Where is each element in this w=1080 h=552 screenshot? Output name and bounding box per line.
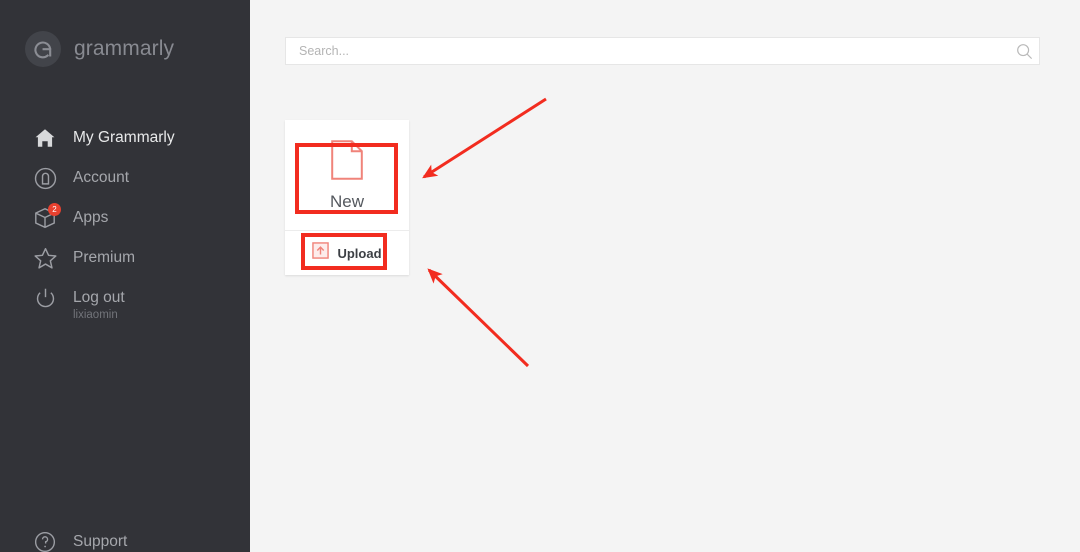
upload-button[interactable]: Upload bbox=[285, 231, 409, 275]
new-document-icon bbox=[331, 140, 363, 185]
new-document-card: New Upload bbox=[285, 120, 409, 275]
sidebar-item-label: Account bbox=[73, 169, 130, 186]
user-circle-icon bbox=[30, 163, 60, 193]
apps-notification-badge: 2 bbox=[48, 203, 61, 216]
new-document-label: New bbox=[329, 192, 364, 211]
upload-label: Upload bbox=[337, 245, 382, 261]
upload-icon bbox=[312, 242, 330, 264]
sidebar-item-premium[interactable]: Premium bbox=[0, 238, 250, 278]
sidebar-item-account[interactable]: Account bbox=[0, 158, 250, 198]
search-input[interactable] bbox=[299, 38, 1009, 64]
sidebar-item-support[interactable]: Support bbox=[0, 522, 250, 552]
sidebar-item-label: Log out bbox=[73, 289, 125, 306]
home-icon bbox=[30, 123, 60, 153]
sidebar-item-label: Apps bbox=[73, 209, 109, 226]
logout-username: lixiaomin bbox=[73, 309, 118, 321]
sidebar: grammarly My Grammarly Account 2 Apps Pr… bbox=[0, 0, 250, 552]
arrow-to-new-button bbox=[422, 97, 547, 179]
sidebar-item-label: Premium bbox=[73, 249, 136, 266]
question-circle-icon bbox=[30, 527, 60, 552]
cube-icon: 2 bbox=[30, 203, 61, 233]
sidebar-item-my-grammarly[interactable]: My Grammarly bbox=[0, 118, 250, 158]
grammarly-g-logo-icon bbox=[25, 31, 61, 67]
star-icon bbox=[30, 243, 60, 273]
arrow-to-upload-button bbox=[427, 268, 530, 368]
power-icon bbox=[30, 283, 60, 313]
sidebar-item-label: Support bbox=[73, 533, 128, 550]
brand-name: grammarly bbox=[74, 37, 175, 60]
sidebar-item-apps[interactable]: 2 Apps bbox=[0, 198, 250, 238]
sidebar-item-label: My Grammarly bbox=[73, 129, 175, 146]
search-bar[interactable] bbox=[285, 37, 1040, 65]
grammarly-dashboard: grammarly My Grammarly Account 2 Apps Pr… bbox=[0, 0, 1080, 552]
sidebar-item-log-out[interactable]: Log out bbox=[0, 278, 250, 318]
brand-logo[interactable]: grammarly bbox=[25, 31, 174, 67]
new-document-button[interactable]: New bbox=[285, 120, 409, 230]
search-icon[interactable] bbox=[1009, 43, 1039, 60]
